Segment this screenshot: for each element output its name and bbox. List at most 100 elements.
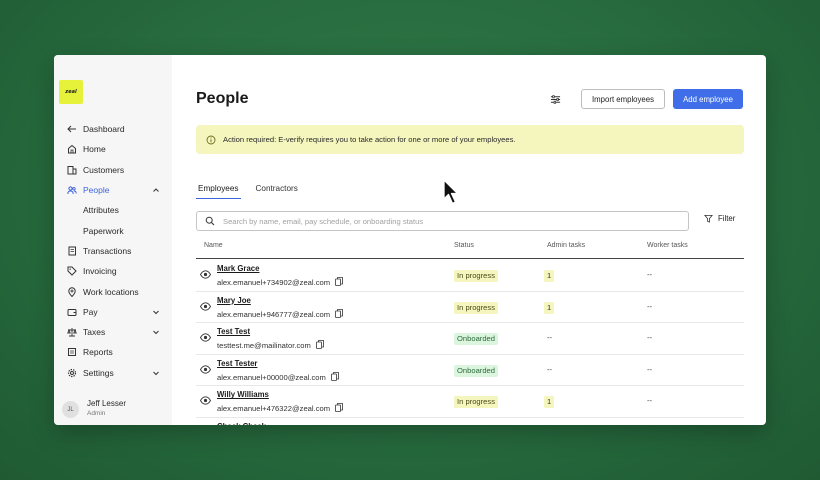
view-eye-icon[interactable] <box>199 396 212 406</box>
report-icon <box>66 347 77 358</box>
sidebar-item-label: Pay <box>83 306 98 317</box>
sidebar-item-reports[interactable]: Reports <box>54 342 172 362</box>
wallet-icon <box>66 306 77 317</box>
sidebar-item-people[interactable]: People <box>54 180 172 200</box>
view-eye-icon[interactable] <box>199 365 212 374</box>
sidebar-item-label: Settings <box>83 367 114 378</box>
copy-icon[interactable] <box>315 340 324 350</box>
admin-tasks-count: -- <box>547 364 553 374</box>
table-row[interactable]: Check Check <box>196 418 744 425</box>
worker-tasks-count: -- <box>647 333 653 343</box>
view-eye-icon[interactable] <box>199 270 212 279</box>
sidebar-item-label: Transactions <box>83 245 132 256</box>
sidebar-item-label: Invoicing <box>83 266 117 277</box>
table-header: Name Status Admin tasks Worker tasks <box>196 235 744 259</box>
import-employees-button[interactable]: Import employees <box>581 89 665 109</box>
employee-name[interactable]: Mark Grace <box>217 264 259 273</box>
employee-email-cell: alex.emanuel+734902@zeal.com <box>217 277 343 287</box>
chevron-down-icon <box>153 371 159 375</box>
tab-employees[interactable]: Employees <box>196 181 241 199</box>
employee-name[interactable]: Test Test <box>217 327 250 336</box>
info-icon <box>206 135 216 145</box>
table-row[interactable]: Mary Joe alex.emanuel+946777@zeal.com In p… <box>196 292 744 324</box>
app-window: zeal Dashboard Home Customers People Att… <box>54 55 766 425</box>
sidebar-item-taxes[interactable]: Taxes <box>54 322 172 342</box>
user-name: Jeff Lesser <box>87 399 126 408</box>
sidebar-item-label: Home <box>83 144 106 155</box>
employee-name[interactable]: Check Check <box>217 422 266 425</box>
search-input[interactable] <box>223 216 663 226</box>
alert-text: Action required: E-verify requires you t… <box>223 135 516 144</box>
sidebar-item-label: Paperwork <box>83 225 124 236</box>
sidebar-item-label: Reports <box>83 347 113 358</box>
sidebar-item-work-locations[interactable]: Work locations <box>54 281 172 301</box>
employee-name[interactable]: Mary Joe <box>217 296 251 305</box>
employee-name[interactable]: Willy Williams <box>217 390 269 399</box>
copy-icon[interactable] <box>335 277 343 286</box>
gear-icon <box>66 367 77 378</box>
copy-icon[interactable] <box>335 308 343 318</box>
employee-email-cell: alex.emanuel+946777@zeal.com <box>217 308 343 319</box>
sidebar-item-transactions[interactable]: Transactions <box>54 241 172 261</box>
sidebar-item-attributes[interactable]: Attributes <box>54 200 172 220</box>
sidebar-item-home[interactable]: Home <box>54 139 172 159</box>
copy-icon[interactable] <box>330 371 339 381</box>
sidebar-item-label: Customers <box>83 164 125 175</box>
sidebar-item-label: Dashboard <box>83 124 125 135</box>
status-badge: In progress <box>454 396 498 409</box>
sidebar-item-pay[interactable]: Pay <box>54 302 172 322</box>
filter-label: Filter <box>718 214 736 223</box>
table-row[interactable]: Mark Grace alex.emanuel+734902@zeal.com In… <box>196 260 744 292</box>
tab-contractors[interactable]: Contractors <box>254 181 300 199</box>
chevron-down-icon <box>153 330 159 335</box>
tabs: Employees Contractors <box>196 181 313 199</box>
employee-email: alex.emanuel+946777@zeal.com <box>217 309 331 319</box>
column-header-worker-tasks[interactable]: Worker tasks <box>647 242 688 249</box>
sidebar-item-customers[interactable]: Customers <box>54 160 172 180</box>
filter-button[interactable]: Filter <box>704 214 735 223</box>
admin-tasks-count: 1 <box>544 396 555 409</box>
sidebar-item-paperwork[interactable]: Paperwork <box>54 220 172 240</box>
sidebar-item-label: Attributes <box>83 205 119 216</box>
column-header-admin-tasks[interactable]: Admin tasks <box>547 242 585 249</box>
status-badge: In progress <box>454 301 498 314</box>
employee-email-cell: alex.emanuel+476322@zeal.com <box>217 403 343 413</box>
people-icon <box>66 185 77 196</box>
employee-email: testtest.me@mailinator.com <box>217 341 311 351</box>
status-badge: Onboarded <box>454 364 498 377</box>
sidebar-item-label: People <box>83 185 110 196</box>
table-row[interactable]: Test Tester alex.emanuel+00000@zeal.com On… <box>196 355 744 387</box>
admin-tasks-count: -- <box>547 333 553 343</box>
home-icon <box>66 144 77 155</box>
column-header-status[interactable]: Status <box>454 242 474 249</box>
worker-tasks-count: -- <box>647 364 653 374</box>
admin-tasks-count: 1 <box>544 270 555 282</box>
add-employee-button[interactable]: Add employee <box>673 89 743 109</box>
pin-icon <box>66 286 77 297</box>
copy-icon[interactable] <box>335 403 343 413</box>
sidebar-item-invoicing[interactable]: Invoicing <box>54 261 172 281</box>
sliders-icon <box>550 94 560 104</box>
mouse-cursor-icon <box>443 179 459 205</box>
sidebar-item-label: Taxes <box>83 327 106 338</box>
arrow-left-icon <box>66 124 77 135</box>
worker-tasks-count: -- <box>647 270 653 279</box>
chevron-down-icon <box>153 310 159 315</box>
building-icon <box>66 164 77 175</box>
company-logo[interactable]: zeal <box>59 80 83 104</box>
table-row[interactable]: Willy Williams alex.emanuel+476322@zeal.c… <box>196 386 744 418</box>
employee-name[interactable]: Test Tester <box>217 359 257 368</box>
user-role: Admin <box>87 410 106 417</box>
sidebar-item-dashboard[interactable]: Dashboard <box>54 119 172 139</box>
table-row[interactable]: Test Test testtest.me@mailinator.com Onboa… <box>196 323 744 355</box>
view-eye-icon[interactable] <box>199 333 212 342</box>
action-required-alert: Action required: E-verify requires you t… <box>196 125 744 154</box>
main-content: People Import employees Add employee Act… <box>172 55 766 425</box>
user-profile[interactable]: JL Jeff Lesser Admin <box>62 399 126 419</box>
column-settings-button[interactable] <box>548 92 562 106</box>
sidebar-item-settings[interactable]: Settings <box>54 363 172 383</box>
employee-email-cell: alex.emanuel+00000@zeal.com <box>217 371 339 382</box>
search-icon <box>205 216 215 226</box>
view-eye-icon[interactable] <box>199 301 212 311</box>
column-header-name[interactable]: Name <box>204 242 223 249</box>
